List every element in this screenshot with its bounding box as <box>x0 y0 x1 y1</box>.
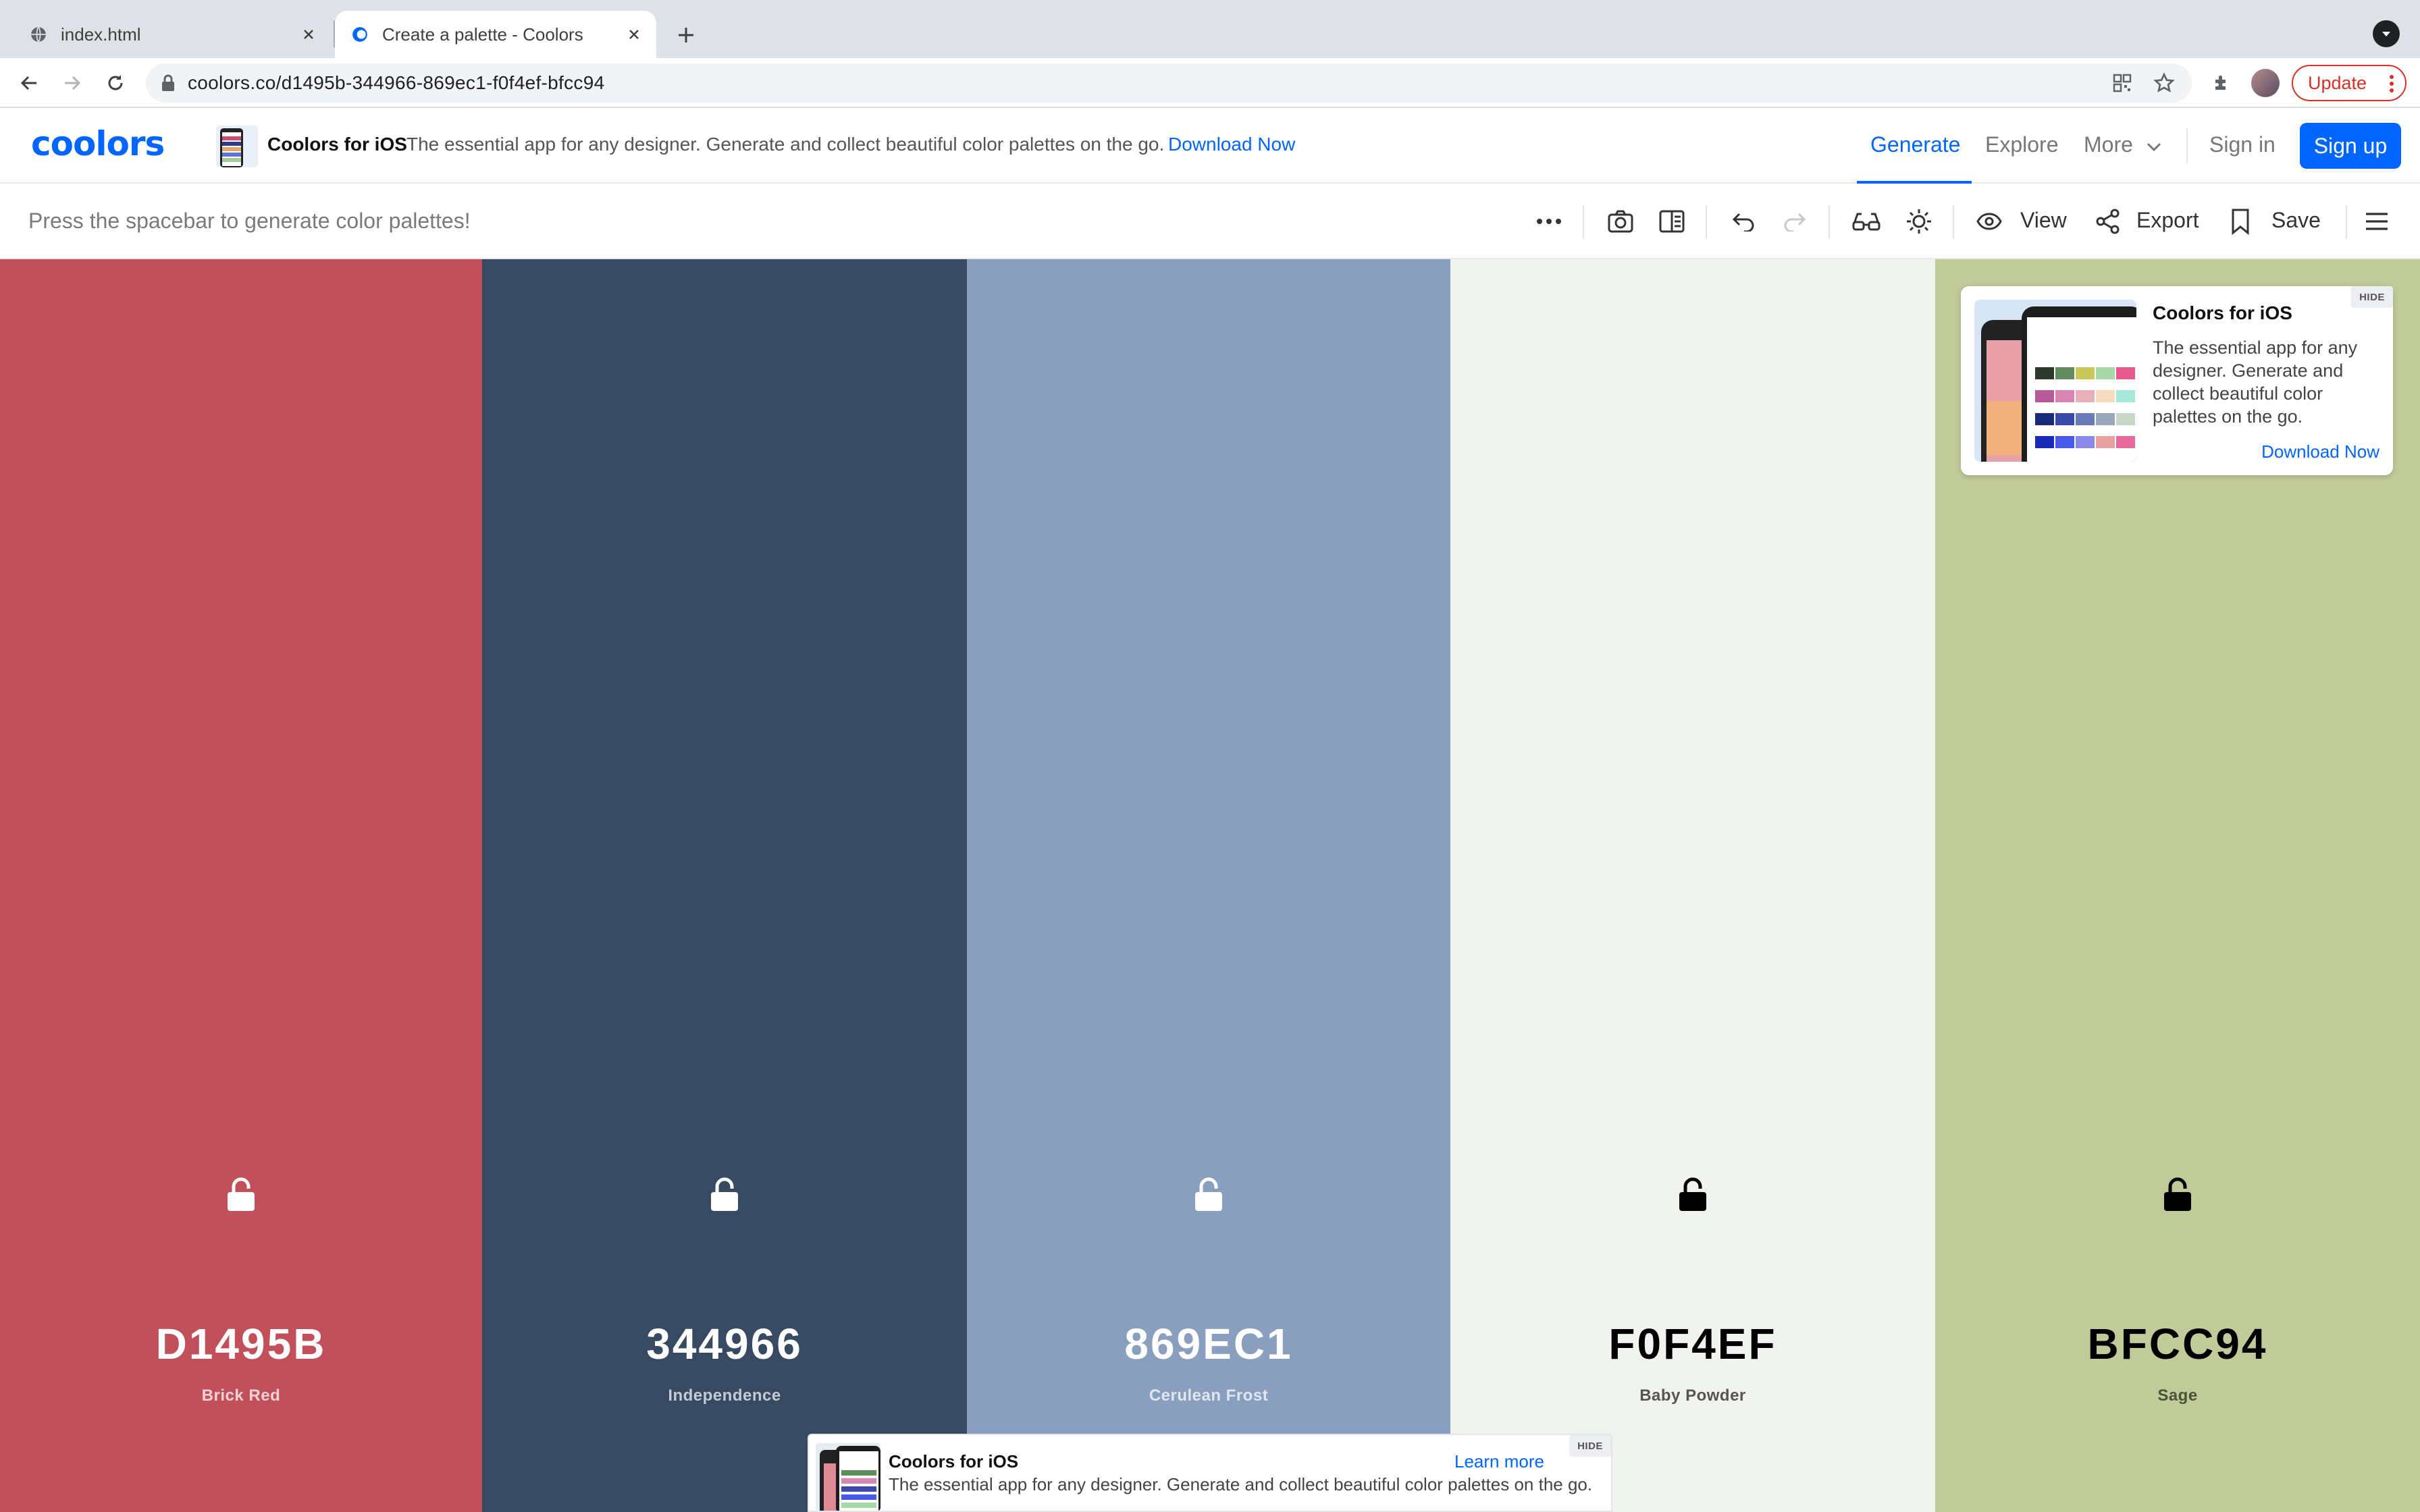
nav-generate[interactable]: Generate <box>1870 132 1960 157</box>
qr-code-icon[interactable] <box>2108 69 2136 97</box>
hamburger-menu-icon[interactable] <box>2359 204 2394 239</box>
toolbar-divider <box>1829 205 1830 239</box>
bookmark-star-icon[interactable] <box>2150 69 2178 97</box>
bottom-ad-description: The essential app for any designer. Gene… <box>889 1474 1593 1494</box>
url-text: coolors.co/d1495b-344966-869ec1-f0f4ef-b… <box>188 72 605 93</box>
new-tab-button[interactable] <box>666 15 706 55</box>
ios-app-thumbnail <box>816 1443 880 1511</box>
browser-tab-strip: index.html Create a palette - Coolors <box>0 0 2420 58</box>
hide-bottom-ad-button[interactable]: HIDE <box>1569 1435 1611 1457</box>
color-name: Baby Powder <box>1639 1386 1746 1405</box>
toolbar-divider <box>2346 205 2347 239</box>
tab-search-button[interactable] <box>2373 20 2400 47</box>
ad-description: The essential app for any designer. Gene… <box>2153 338 2358 427</box>
ios-ad-card[interactable]: Coolors for iOS The essential app for an… <box>1961 286 2393 475</box>
kebab-menu-icon <box>2389 74 2394 94</box>
brightness-icon[interactable] <box>1901 204 1937 239</box>
color-name: Brick Red <box>201 1386 281 1405</box>
tab-title: index.html <box>61 24 141 45</box>
toolbar-divider <box>1706 205 1707 239</box>
ios-app-screenshot <box>1974 300 2136 462</box>
sign-up-button[interactable]: Sign up <box>2300 123 2401 169</box>
back-button[interactable] <box>12 66 46 100</box>
toolbar-divider <box>1583 205 1584 239</box>
export-button[interactable]: Export <box>2136 208 2199 233</box>
hide-ad-button[interactable]: HIDE <box>2351 286 2393 308</box>
undo-icon[interactable] <box>1726 204 1761 239</box>
ad-title: Coolors for iOS <box>2153 302 2292 323</box>
side-panel-icon[interactable] <box>1654 204 1689 239</box>
update-label: Update <box>2308 72 2367 93</box>
color-swatch[interactable]: F0F4EF Baby Powder <box>1450 259 1935 1512</box>
bookmark-icon[interactable] <box>2223 204 2258 239</box>
bottom-ad-banner[interactable]: Coolors for iOS The essential app for an… <box>808 1434 1612 1512</box>
nav-explore[interactable]: Explore <box>1985 132 2059 157</box>
reload-button[interactable] <box>99 66 132 100</box>
forward-button[interactable] <box>55 66 89 100</box>
share-icon[interactable] <box>2090 204 2126 239</box>
hex-code[interactable]: 869EC1 <box>967 1319 1450 1369</box>
view-button[interactable]: View <box>2020 208 2067 233</box>
eye-icon[interactable] <box>1972 204 2007 239</box>
chevron-down-icon <box>2146 141 2162 152</box>
hex-code[interactable]: BFCC94 <box>1935 1319 2420 1369</box>
more-options-icon[interactable] <box>1531 204 1567 239</box>
globe-icon <box>30 26 47 43</box>
browser-toolbar: coolors.co/d1495b-344966-869ec1-f0f4ef-b… <box>0 58 2420 108</box>
close-tab-icon[interactable] <box>298 24 319 45</box>
nav-divider <box>2186 128 2188 163</box>
unlock-icon[interactable] <box>226 1177 257 1212</box>
coolors-favicon-icon <box>351 26 369 43</box>
close-tab-icon[interactable] <box>624 24 644 45</box>
site-header: coolors Coolors for iOS The essential ap… <box>0 108 2420 184</box>
profile-avatar[interactable] <box>2251 69 2280 97</box>
download-now-link[interactable]: Download Now <box>1168 134 1295 155</box>
color-name: Cerulean Frost <box>1149 1386 1269 1405</box>
color-swatch[interactable]: D1495B Brick Red <box>0 259 482 1512</box>
unlock-icon[interactable] <box>709 1177 740 1212</box>
promo-description: The essential app for any designer. Gene… <box>406 134 1165 155</box>
lock-icon <box>161 74 176 92</box>
address-bar[interactable]: coolors.co/d1495b-344966-869ec1-f0f4ef-b… <box>146 63 2192 103</box>
hex-code[interactable]: F0F4EF <box>1450 1319 1935 1369</box>
generator-toolbar: Press the spacebar to generate color pal… <box>0 184 2420 259</box>
sign-in-link[interactable]: Sign in <box>2209 132 2276 157</box>
ios-app-thumbnail <box>216 126 258 167</box>
extensions-icon[interactable] <box>2207 68 2238 99</box>
color-swatch[interactable]: 344966 Independence <box>482 259 967 1512</box>
hex-code[interactable]: 344966 <box>482 1319 967 1369</box>
color-swatch[interactable]: 869EC1 Cerulean Frost <box>967 259 1450 1512</box>
tab-title: Create a palette - Coolors <box>382 24 583 45</box>
toolbar-divider <box>1953 205 1954 239</box>
save-button[interactable]: Save <box>2271 208 2321 233</box>
nav-more[interactable]: More <box>2084 132 2162 157</box>
browser-tab-coolors[interactable]: Create a palette - Coolors <box>335 11 656 58</box>
promo-title: Coolors for iOS <box>267 134 407 155</box>
update-button[interactable]: Update <box>2292 65 2406 101</box>
bottom-ad-title: Coolors for iOS <box>889 1451 1019 1472</box>
unlock-icon[interactable] <box>1677 1177 1708 1212</box>
learn-more-link[interactable]: Learn more <box>1454 1451 1544 1472</box>
spacebar-hint: Press the spacebar to generate color pal… <box>28 209 471 233</box>
color-name: Sage <box>2157 1386 2198 1405</box>
unlock-icon[interactable] <box>2162 1177 2193 1212</box>
redo-icon[interactable] <box>1777 204 1812 239</box>
browser-tab-index[interactable]: index.html <box>14 11 331 58</box>
camera-icon[interactable] <box>1603 204 1638 239</box>
unlock-icon[interactable] <box>1193 1177 1224 1212</box>
nav-more-label: More <box>2084 132 2133 157</box>
coolors-logo[interactable]: coolors <box>31 124 165 163</box>
color-name: Independence <box>668 1386 781 1405</box>
hex-code[interactable]: D1495B <box>0 1319 482 1369</box>
glasses-icon[interactable] <box>1849 204 1884 239</box>
ad-download-link[interactable]: Download Now <box>2261 441 2379 462</box>
